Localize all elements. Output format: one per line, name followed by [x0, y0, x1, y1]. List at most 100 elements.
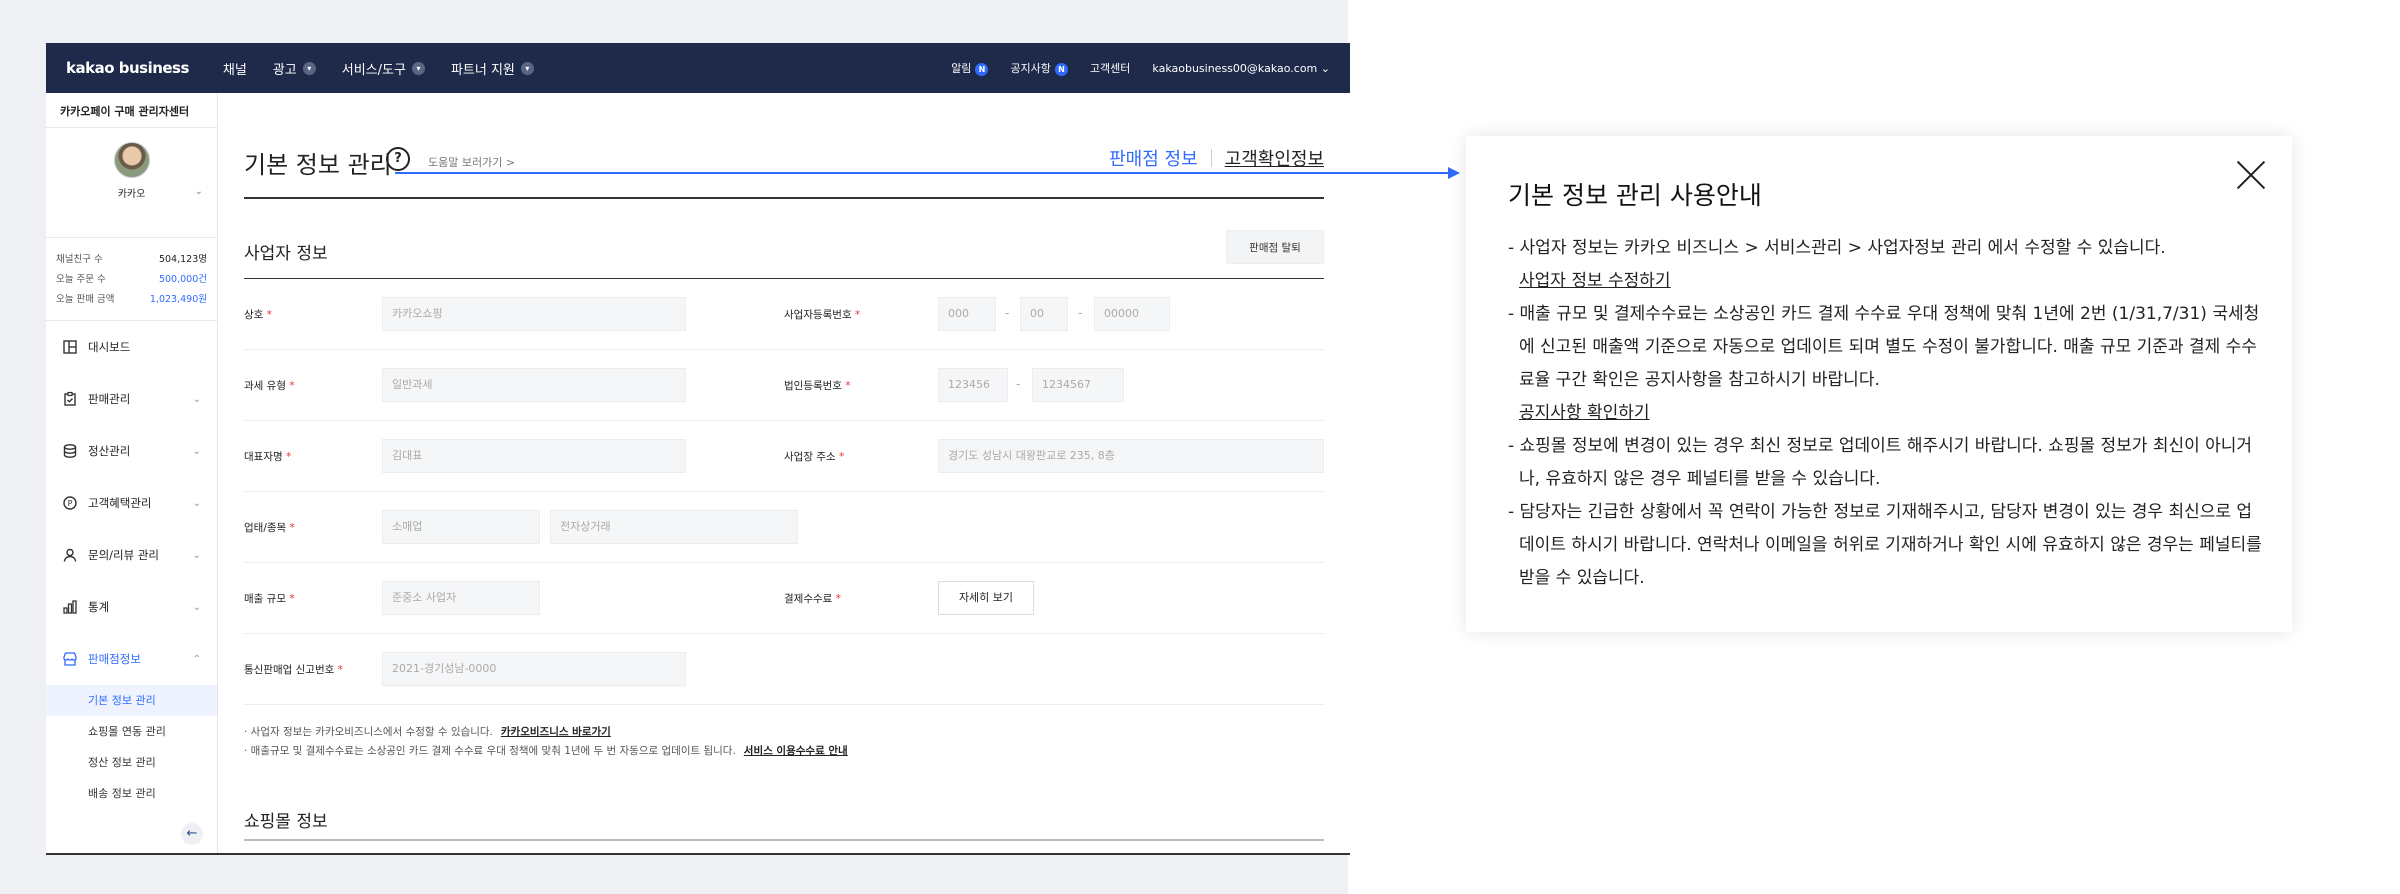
field-label: 사업장 주소 * — [784, 449, 844, 464]
chevron-down-icon: ▾ — [520, 61, 534, 75]
sidebar-item-label: 정산관리 — [88, 444, 131, 458]
dash-separator: - — [1078, 306, 1083, 320]
chevron-down-icon: ⌄ — [192, 393, 201, 405]
reg-no-field-3: 00000 — [1094, 297, 1170, 331]
service-fee-link[interactable]: 서비스 이용수수료 안내 — [744, 745, 848, 757]
nav-ads[interactable]: 광고 ▾ — [273, 59, 316, 78]
label-text: 사업장 주소 — [784, 451, 836, 463]
required-mark: * — [289, 593, 295, 605]
account-menu[interactable]: kakaobusiness00@kakao.com ⌄ — [1152, 62, 1330, 75]
business-section-header: 사업자 정보 판매점 탈퇴 — [244, 199, 1324, 279]
sidebar: 카카오페이 구매 관리자센터 카카오 ⌄ 채널친구 수 504,123명 오늘 주… — [46, 93, 218, 853]
nav-partner[interactable]: 파트너 지원 ▾ — [451, 59, 534, 78]
nav-channel[interactable]: 채널 — [223, 59, 247, 78]
required-mark: * — [854, 309, 861, 321]
field-label: 대표자명 * — [244, 449, 291, 464]
alarm-label: 알림 — [951, 62, 972, 75]
chevron-down-icon: ⌄ — [192, 445, 201, 457]
notice-label: 공지사항 — [1010, 62, 1051, 75]
sidebar-subitem-basic-info[interactable]: 기본 정보 관리 — [46, 685, 217, 716]
check-notice-link[interactable]: 공지사항 확인하기 — [1519, 397, 2264, 430]
sidebar-item-label: 판매관리 — [88, 392, 131, 406]
panel-item: - 쇼핑몰 정보에 변경이 있는 경우 최신 정보로 업데이트 해주시기 바랍니… — [1508, 430, 2264, 496]
person-icon — [63, 548, 77, 562]
required-mark: * — [838, 451, 845, 463]
arrow-right-icon — [1448, 167, 1460, 179]
form-row: 과세 유형 * 일반과세 법인등록번호 * 123456 - 1234567 — [244, 350, 1324, 421]
nav-right: 알림 N 공지사항 N 고객센터 kakaobusiness00@kakao.com… — [951, 60, 1330, 76]
business-item-field: 전자상거래 — [550, 510, 798, 544]
help-panel: 기본 정보 관리 사용안내 - 사업자 정보는 카카오 비즈니스 > 서비스관리… — [1466, 136, 2292, 632]
alarm-link[interactable]: 알림 N — [951, 60, 989, 76]
field-label: 결제수수료 * — [784, 591, 841, 606]
required-mark: * — [835, 593, 841, 605]
sidebar-subitem-shop-link[interactable]: 쇼핑몰 연동 관리 — [46, 716, 217, 747]
coupon-icon: P — [63, 496, 77, 510]
panel-item-text: - 매출 규모 및 결제수수료는 소상공인 카드 결제 수수료 우대 정책에 맞… — [1508, 304, 2260, 390]
required-mark: * — [285, 451, 292, 463]
nav-services[interactable]: 서비스/도구 ▾ — [342, 59, 425, 78]
dashboard-icon — [63, 340, 77, 354]
close-icon[interactable] — [2236, 160, 2266, 190]
notes: · 사업자 정보는 카카오비즈니스에서 수정할 수 있습니다. 카카오비즈니스 바… — [244, 705, 1324, 761]
note-text: · 매출규모 및 결제수수료는 소상공인 카드 결제 수수료 우대 정책에 맞춰… — [244, 745, 736, 757]
label-text: 사업자등록번호 — [784, 309, 852, 321]
form-row: 통신판매업 신고번호 * 2021-경기성남-0000 — [244, 634, 1324, 705]
chevron-down-icon: ⌄ — [1320, 61, 1330, 75]
sidebar-item-sales[interactable]: 판매관리 ⌄ — [46, 373, 217, 425]
bar-chart-icon — [63, 600, 77, 614]
tab-store-info[interactable]: 판매점 정보 — [1109, 145, 1198, 171]
business-address-field: 경기도 성남시 대왕판교로 235, 8층 — [938, 439, 1324, 473]
ceo-name-field: 김대표 — [382, 439, 686, 473]
help-icon[interactable]: ? — [386, 147, 410, 171]
stat-label: 오늘 주문 수 — [56, 274, 106, 285]
edit-business-info-link[interactable]: 사업자 정보 수정하기 — [1519, 265, 2264, 298]
sidebar-item-stats[interactable]: 통계 ⌄ — [46, 581, 217, 633]
account-email: kakaobusiness00@kakao.com — [1152, 61, 1318, 75]
label-text: 결제수수료 — [784, 593, 833, 605]
sidebar-item-store-info[interactable]: 판매점정보 ⌃ — [46, 633, 217, 685]
panel-title: 기본 정보 관리 사용안내 — [1508, 181, 1762, 210]
field-label: 법인등록번호 * — [784, 378, 851, 393]
notice-link[interactable]: 공지사항 N — [1010, 60, 1068, 76]
stat-label: 채널친구 수 — [56, 254, 103, 265]
nav-services-label: 서비스/도구 — [341, 62, 406, 78]
fee-detail-button[interactable]: 자세히 보기 — [938, 581, 1034, 615]
label-text: 대표자명 — [244, 451, 283, 463]
brand-logo[interactable]: kakao business — [66, 59, 189, 77]
support-link[interactable]: 고객센터 — [1090, 60, 1130, 76]
chevron-down-icon: ⌄ — [194, 186, 203, 197]
kakao-business-link[interactable]: 카카오비즈니스 바로가기 — [501, 726, 611, 738]
new-badge: N — [1054, 63, 1068, 76]
new-badge: N — [975, 63, 989, 76]
main-content: 기본 정보 관리 ? 도움말 보러가기 > 판매점 정보 고객확인정보 사업자 … — [218, 93, 1350, 853]
help-link[interactable]: 도움말 보러가기 > — [428, 154, 515, 170]
label-text: 법인등록번호 — [784, 380, 842, 392]
label-text: 상호 — [244, 309, 264, 321]
sidebar-subitem-settlement-info[interactable]: 정산 정보 관리 — [46, 747, 217, 778]
page-title: 기본 정보 관리 — [244, 151, 392, 179]
profile-switcher[interactable]: 카카오 ⌄ — [46, 128, 217, 238]
sidebar-item-inquiry[interactable]: 문의/리뷰 관리 ⌄ — [46, 529, 217, 581]
section-title: 쇼핑몰 정보 — [244, 812, 328, 832]
sidebar-item-benefits[interactable]: P 고객혜택관리 ⌄ — [46, 477, 217, 529]
label-text: 업태/종목 — [244, 522, 287, 534]
sidebar-item-dashboard[interactable]: 대시보드 — [46, 321, 217, 373]
panel-item-text: - 쇼핑몰 정보에 변경이 있는 경우 최신 정보로 업데이트 해주시기 바랍니… — [1508, 436, 2253, 489]
form-row: 대표자명 * 김대표 사업장 주소 * 경기도 성남시 대왕판교로 235, 8… — [244, 421, 1324, 492]
avatar — [113, 142, 150, 178]
nav-partner-label: 파트너 지원 — [450, 62, 515, 78]
dash-separator: - — [1005, 306, 1010, 320]
collapse-sidebar-button[interactable]: ← — [181, 823, 203, 845]
note-line: · 매출규모 및 결제수수료는 소상공인 카드 결제 수수료 우대 정책에 맞춰… — [244, 742, 1324, 761]
tax-type-field: 일반과세 — [382, 368, 686, 402]
sidebar-item-label: 대시보드 — [88, 340, 131, 354]
arrow-left-icon: ← — [186, 826, 198, 841]
sidebar-item-settlement[interactable]: 정산관리 ⌄ — [46, 425, 217, 477]
tab-customer-verification[interactable]: 고객확인정보 — [1225, 145, 1324, 171]
label-text: 통신판매업 신고번호 — [244, 664, 335, 676]
sidebar-subitem-shipping-info[interactable]: 배송 정보 관리 — [46, 778, 217, 809]
section-title: 사업자 정보 — [244, 244, 328, 264]
leave-store-button[interactable]: 판매점 탈퇴 — [1226, 230, 1324, 264]
header-tabs: 판매점 정보 고객확인정보 — [1109, 145, 1324, 171]
